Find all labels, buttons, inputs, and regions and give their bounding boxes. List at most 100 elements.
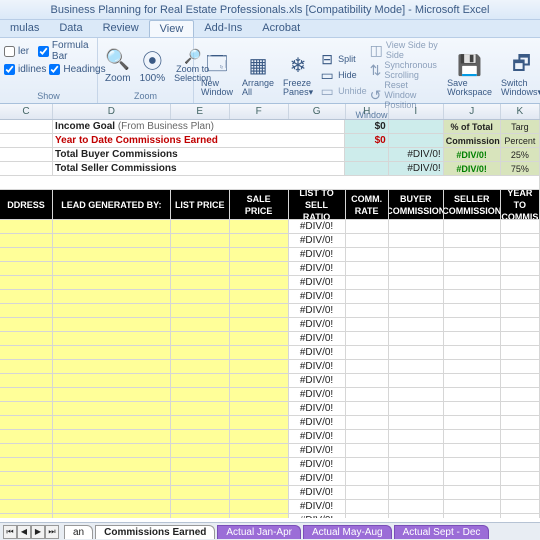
table-cell[interactable] xyxy=(171,458,230,472)
table-cell[interactable] xyxy=(53,304,171,318)
table-cell[interactable] xyxy=(389,486,444,500)
table-cell[interactable] xyxy=(171,430,230,444)
table-cell[interactable]: #DIV/0! xyxy=(289,374,346,388)
table-cell[interactable] xyxy=(501,416,540,430)
zoom-button[interactable]: 🔍Zoom xyxy=(102,47,134,85)
table-cell[interactable] xyxy=(444,374,501,388)
table-row[interactable]: #DIV/0! xyxy=(0,444,540,458)
table-cell[interactable]: #DIV/0! xyxy=(289,220,346,234)
table-row[interactable]: #DIV/0! xyxy=(0,346,540,360)
table-cell[interactable] xyxy=(230,500,289,514)
table-cell[interactable] xyxy=(230,472,289,486)
sheet-tab[interactable]: Actual May-Aug xyxy=(303,525,392,539)
table-cell[interactable] xyxy=(53,458,171,472)
table-cell[interactable] xyxy=(444,262,501,276)
table-cell[interactable] xyxy=(346,402,389,416)
tab-scroll-nav[interactable]: ⏮◀▶⏭ xyxy=(3,525,59,539)
table-row[interactable]: #DIV/0! xyxy=(0,332,540,346)
table-cell[interactable] xyxy=(444,332,501,346)
table-cell[interactable] xyxy=(53,388,171,402)
table-row[interactable]: #DIV/0! xyxy=(0,360,540,374)
table-cell[interactable] xyxy=(53,318,171,332)
table-cell[interactable] xyxy=(0,318,53,332)
table-cell[interactable] xyxy=(53,472,171,486)
table-cell[interactable] xyxy=(171,472,230,486)
worksheet[interactable]: Income Goal (From Business Plan)$0% of T… xyxy=(0,120,540,518)
table-cell[interactable] xyxy=(53,360,171,374)
table-cell[interactable] xyxy=(444,430,501,444)
sheet-tab[interactable]: Commissions Earned xyxy=(95,525,215,539)
table-cell[interactable] xyxy=(389,388,444,402)
table-cell[interactable] xyxy=(171,234,230,248)
table-row[interactable]: #DIV/0! xyxy=(0,304,540,318)
ribbon-tab-acrobat[interactable]: Acrobat xyxy=(252,20,310,37)
table-cell[interactable] xyxy=(501,430,540,444)
col-E[interactable]: E xyxy=(171,104,230,119)
table-cell[interactable] xyxy=(346,444,389,458)
table-cell[interactable]: #DIV/0! xyxy=(289,388,346,402)
table-cell[interactable] xyxy=(53,346,171,360)
table-cell[interactable] xyxy=(0,332,53,346)
table-cell[interactable] xyxy=(346,346,389,360)
table-cell[interactable] xyxy=(171,514,230,518)
table-cell[interactable] xyxy=(0,220,53,234)
table-cell[interactable] xyxy=(53,514,171,518)
col-K[interactable]: K xyxy=(501,104,540,119)
table-cell[interactable] xyxy=(501,360,540,374)
table-cell[interactable] xyxy=(0,262,53,276)
table-cell[interactable] xyxy=(389,276,444,290)
table-cell[interactable] xyxy=(230,346,289,360)
table-cell[interactable] xyxy=(444,360,501,374)
table-row[interactable]: #DIV/0! xyxy=(0,388,540,402)
table-cell[interactable] xyxy=(444,402,501,416)
table-cell[interactable] xyxy=(346,276,389,290)
table-cell[interactable] xyxy=(53,220,171,234)
switch-windows-button[interactable]: 🗗SwitchWindows▾ xyxy=(498,53,540,98)
table-cell[interactable] xyxy=(389,332,444,346)
table-cell[interactable] xyxy=(0,304,53,318)
table-cell[interactable] xyxy=(444,290,501,304)
table-cell[interactable]: #DIV/0! xyxy=(289,472,346,486)
table-cell[interactable] xyxy=(389,304,444,318)
table-row[interactable]: #DIV/0! xyxy=(0,472,540,486)
table-cell[interactable] xyxy=(501,500,540,514)
split-button[interactable]: ⊟Split xyxy=(319,51,367,67)
table-cell[interactable] xyxy=(444,234,501,248)
table-cell[interactable] xyxy=(0,514,53,518)
table-cell[interactable] xyxy=(230,430,289,444)
table-row[interactable]: #DIV/0! xyxy=(0,416,540,430)
table-cell[interactable] xyxy=(389,360,444,374)
table-cell[interactable] xyxy=(171,486,230,500)
col-D[interactable]: D xyxy=(53,104,171,119)
table-cell[interactable] xyxy=(53,374,171,388)
table-cell[interactable] xyxy=(230,444,289,458)
table-cell[interactable] xyxy=(501,514,540,518)
table-cell[interactable] xyxy=(444,486,501,500)
table-row[interactable]: #DIV/0! xyxy=(0,486,540,500)
table-cell[interactable] xyxy=(171,360,230,374)
column-headers[interactable]: C D E F G H I J K xyxy=(0,104,540,120)
sheet-tab[interactable]: Actual Jan-Apr xyxy=(217,525,301,539)
table-cell[interactable] xyxy=(230,332,289,346)
table-cell[interactable] xyxy=(230,360,289,374)
ribbon-tab-data[interactable]: Data xyxy=(49,20,92,37)
table-cell[interactable] xyxy=(444,318,501,332)
table-cell[interactable]: #DIV/0! xyxy=(289,332,346,346)
table-cell[interactable] xyxy=(346,234,389,248)
table-cell[interactable] xyxy=(346,220,389,234)
table-row[interactable]: #DIV/0! xyxy=(0,276,540,290)
ribbon-tab-review[interactable]: Review xyxy=(93,20,149,37)
table-cell[interactable]: #DIV/0! xyxy=(289,458,346,472)
table-cell[interactable] xyxy=(389,458,444,472)
table-cell[interactable] xyxy=(444,416,501,430)
table-cell[interactable] xyxy=(0,248,53,262)
table-cell[interactable] xyxy=(171,346,230,360)
table-cell[interactable] xyxy=(444,388,501,402)
table-cell[interactable] xyxy=(53,402,171,416)
table-cell[interactable] xyxy=(230,458,289,472)
table-cell[interactable] xyxy=(230,304,289,318)
table-cell[interactable]: #DIV/0! xyxy=(289,276,346,290)
table-cell[interactable] xyxy=(53,486,171,500)
table-cell[interactable]: #DIV/0! xyxy=(289,318,346,332)
table-cell[interactable] xyxy=(444,346,501,360)
